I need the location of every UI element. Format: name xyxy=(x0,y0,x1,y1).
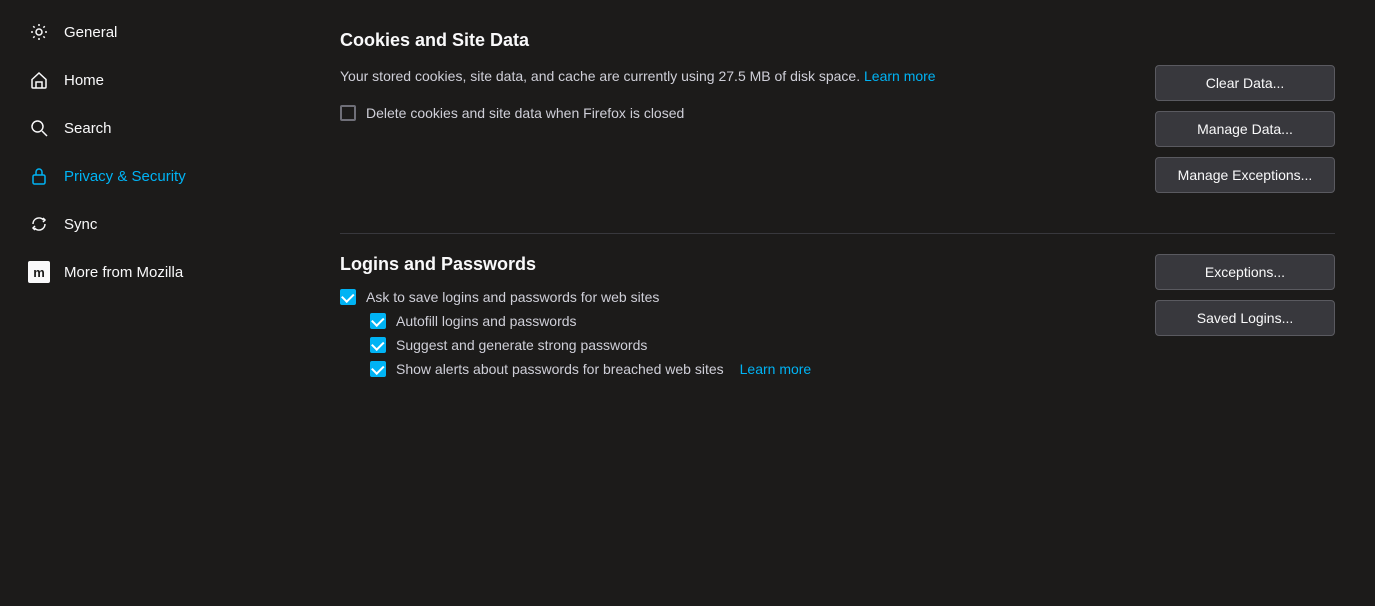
mozilla-icon: m xyxy=(28,261,50,283)
delete-cookies-label: Delete cookies and site data when Firefo… xyxy=(366,105,684,121)
logins-section-title: Logins and Passwords xyxy=(340,254,1135,275)
logins-learn-more-link[interactable]: Learn more xyxy=(740,361,812,377)
sidebar-item-mozilla-label: More from Mozilla xyxy=(64,264,183,281)
show-alerts-row[interactable]: Show alerts about passwords for breached… xyxy=(370,361,1135,377)
gear-icon xyxy=(28,21,50,43)
ask-save-logins-checkbox[interactable] xyxy=(340,289,356,305)
cookies-section: Cookies and Site Data Your stored cookie… xyxy=(340,30,1335,193)
sidebar-item-sync[interactable]: Sync xyxy=(8,201,292,247)
suggest-passwords-row[interactable]: Suggest and generate strong passwords xyxy=(370,337,1135,353)
sidebar-item-home[interactable]: Home xyxy=(8,57,292,103)
sidebar-item-sync-label: Sync xyxy=(64,216,97,233)
sidebar-item-general[interactable]: General xyxy=(8,9,292,55)
sidebar-item-search[interactable]: Search xyxy=(8,105,292,151)
delete-cookies-checkbox-row[interactable]: Delete cookies and site data when Firefo… xyxy=(340,105,1135,121)
home-icon xyxy=(28,69,50,91)
cookies-description-text: Your stored cookies, site data, and cach… xyxy=(340,68,860,84)
main-content: Cookies and Site Data Your stored cookie… xyxy=(300,0,1375,606)
suggest-passwords-label: Suggest and generate strong passwords xyxy=(396,337,647,353)
sync-icon xyxy=(28,213,50,235)
ask-save-logins-row[interactable]: Ask to save logins and passwords for web… xyxy=(340,289,1135,305)
sidebar-item-more-mozilla[interactable]: m More from Mozilla xyxy=(8,249,292,295)
logins-buttons: Exceptions... Saved Logins... xyxy=(1155,254,1335,336)
clear-data-button[interactable]: Clear Data... xyxy=(1155,65,1335,101)
suggest-passwords-checkbox[interactable] xyxy=(370,337,386,353)
delete-cookies-checkbox[interactable] xyxy=(340,105,356,121)
exceptions-button[interactable]: Exceptions... xyxy=(1155,254,1335,290)
ask-save-logins-label: Ask to save logins and passwords for web… xyxy=(366,289,659,305)
logins-content-left: Logins and Passwords Ask to save logins … xyxy=(340,254,1135,385)
autofill-logins-row[interactable]: Autofill logins and passwords xyxy=(370,313,1135,329)
cookies-content-left: Your stored cookies, site data, and cach… xyxy=(340,65,1135,129)
saved-logins-button[interactable]: Saved Logins... xyxy=(1155,300,1335,336)
logins-content-row: Logins and Passwords Ask to save logins … xyxy=(340,254,1335,385)
sidebar-item-general-label: General xyxy=(64,24,117,41)
autofill-logins-label: Autofill logins and passwords xyxy=(396,313,577,329)
show-alerts-label: Show alerts about passwords for breached… xyxy=(396,361,724,377)
cookies-buttons: Clear Data... Manage Data... Manage Exce… xyxy=(1155,65,1335,193)
autofill-logins-checkbox[interactable] xyxy=(370,313,386,329)
sidebar-item-search-label: Search xyxy=(64,120,112,137)
sidebar-item-home-label: Home xyxy=(64,72,104,89)
sidebar-item-privacy-security[interactable]: Privacy & Security xyxy=(8,153,292,199)
cookies-section-title: Cookies and Site Data xyxy=(340,30,1335,51)
cookies-content-row: Your stored cookies, site data, and cach… xyxy=(340,65,1335,193)
cookies-description: Your stored cookies, site data, and cach… xyxy=(340,65,1135,87)
logins-section: Logins and Passwords Ask to save logins … xyxy=(340,254,1335,385)
manage-exceptions-button[interactable]: Manage Exceptions... xyxy=(1155,157,1335,193)
section-divider xyxy=(340,233,1335,234)
search-icon xyxy=(28,117,50,139)
sidebar: General Home Search Privacy & Se xyxy=(0,0,300,606)
cookies-learn-more-link[interactable]: Learn more xyxy=(864,68,936,84)
manage-data-button[interactable]: Manage Data... xyxy=(1155,111,1335,147)
sidebar-item-privacy-label: Privacy & Security xyxy=(64,168,186,185)
lock-icon xyxy=(28,165,50,187)
show-alerts-checkbox[interactable] xyxy=(370,361,386,377)
